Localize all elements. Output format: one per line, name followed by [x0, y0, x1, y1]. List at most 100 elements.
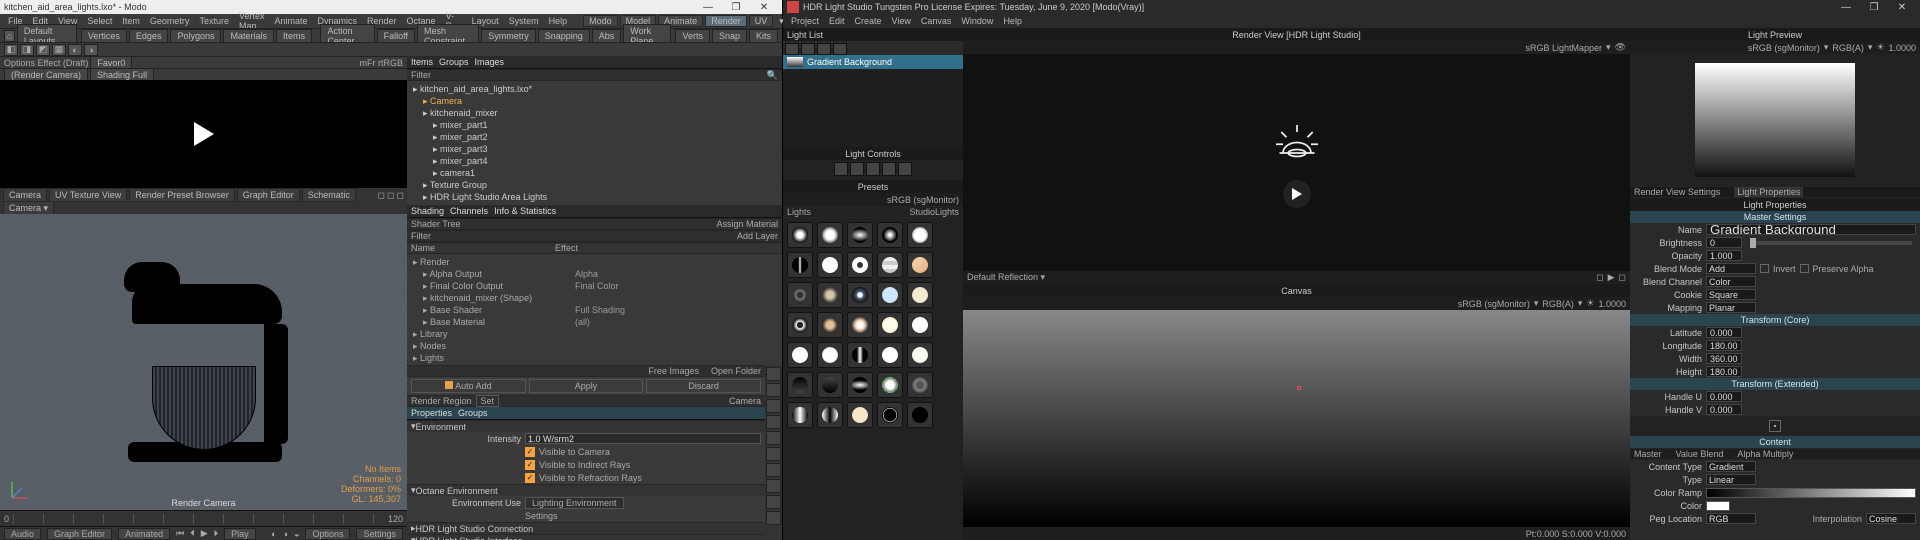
- menu-select[interactable]: Select: [83, 16, 116, 26]
- preset-cell[interactable]: [847, 282, 873, 308]
- content-tab-valueblend[interactable]: Value Blend: [1676, 449, 1724, 459]
- side-icon-6[interactable]: [766, 447, 781, 461]
- tree-item[interactable]: ▸ kitchenaid_mixer: [411, 107, 778, 119]
- latitude-value[interactable]: 0.000: [1706, 327, 1742, 338]
- grapheditor-button[interactable]: Graph Editor: [47, 528, 112, 540]
- tab-rv-settings[interactable]: Render View Settings: [1634, 187, 1720, 197]
- vp-tool-icon[interactable]: ◻: [378, 190, 385, 201]
- groups-tab[interactable]: Groups: [439, 57, 469, 67]
- preset-cell[interactable]: [877, 342, 903, 368]
- shading-row[interactable]: ▸ Render: [411, 256, 778, 268]
- snapping-button[interactable]: Snapping: [538, 29, 590, 43]
- status-icon-1[interactable]: ◐: [271, 529, 276, 539]
- tab-info[interactable]: Info & Statistics: [494, 206, 556, 216]
- section-interface[interactable]: HDR Light Studio Interface: [407, 534, 765, 540]
- handle-crosshair-icon[interactable]: [1769, 420, 1781, 432]
- color-ramp[interactable]: [1706, 488, 1916, 498]
- set-button[interactable]: Set: [476, 395, 500, 407]
- ll-folder-icon[interactable]: [833, 43, 847, 55]
- lc-icon-4[interactable]: [882, 162, 896, 176]
- rv-mode-select[interactable]: Default Reflection ▾: [967, 272, 1045, 283]
- side-icon-8[interactable]: [766, 479, 781, 493]
- play-icon[interactable]: [194, 122, 214, 146]
- section-content[interactable]: Content: [1630, 436, 1920, 448]
- vp-tab-schematic[interactable]: Schematic: [302, 188, 356, 202]
- side-icon-4[interactable]: [766, 415, 781, 429]
- preset-cell[interactable]: [787, 282, 813, 308]
- hdr-minimize-button[interactable]: —: [1832, 0, 1860, 14]
- section-transform-ext[interactable]: Transform (Extended): [1630, 378, 1920, 390]
- tool-icon-2[interactable]: ◨: [20, 44, 34, 56]
- preset-cell[interactable]: [817, 312, 843, 338]
- ll-dup-icon[interactable]: [817, 43, 831, 55]
- section-octane[interactable]: Octane Environment: [407, 484, 765, 496]
- free-images[interactable]: Free Images: [648, 366, 699, 376]
- tool-icon-3[interactable]: ◩: [36, 44, 50, 56]
- shading-row[interactable]: ▸ Alpha OutputAlpha: [411, 268, 778, 280]
- play-transport-icon[interactable]: ▶: [201, 528, 208, 539]
- settings-button[interactable]: Settings: [356, 528, 403, 540]
- tree-item[interactable]: ▸ mixer_part2: [411, 131, 778, 143]
- menu-geometry[interactable]: Geometry: [146, 16, 194, 26]
- shading-row[interactable]: ▸ Library: [411, 328, 778, 340]
- preset-cell[interactable]: [907, 312, 933, 338]
- filter-icon[interactable]: 🔍: [767, 70, 778, 81]
- preset-cell[interactable]: [877, 222, 903, 248]
- rv-eye-icon[interactable]: 👁: [1615, 42, 1626, 53]
- handleu-value[interactable]: 0.000: [1706, 391, 1742, 402]
- contenttype-select[interactable]: Gradient: [1706, 461, 1756, 472]
- hdr-menu-edit[interactable]: Edit: [825, 16, 849, 26]
- preset-cell[interactable]: [907, 252, 933, 278]
- sel-materials[interactable]: Materials: [223, 29, 274, 43]
- opacity-value[interactable]: 1.000: [1706, 250, 1742, 261]
- tool-icon-5[interactable]: ◐: [68, 44, 82, 56]
- preset-cell[interactable]: [787, 372, 813, 398]
- menu-help[interactable]: Help: [545, 16, 572, 26]
- preset-cell[interactable]: [847, 372, 873, 398]
- tab-light-props[interactable]: Light Properties: [1734, 187, 1803, 197]
- sel-polygons[interactable]: Polygons: [170, 29, 221, 43]
- lp-srgb[interactable]: sRGB (sgMonitor): [1748, 43, 1820, 53]
- content-tab-alpham[interactable]: Alpha Multiply: [1737, 449, 1793, 459]
- apply-button[interactable]: Apply: [529, 379, 644, 393]
- vp-tab-graph[interactable]: Graph Editor: [237, 188, 300, 202]
- chk-vis-camera[interactable]: ✓: [525, 447, 535, 457]
- discard-button[interactable]: Discard: [646, 379, 761, 393]
- tree-item[interactable]: ▸ Camera: [411, 95, 778, 107]
- ll-add-icon[interactable]: [785, 43, 799, 55]
- abs-button[interactable]: Abs: [592, 29, 622, 43]
- audio-button[interactable]: Audio: [4, 528, 41, 540]
- preset-cell[interactable]: [907, 372, 933, 398]
- width-value[interactable]: 360.00: [1706, 353, 1742, 364]
- side-icon-5[interactable]: [766, 431, 781, 445]
- blendchannel-select[interactable]: Color: [1706, 276, 1756, 287]
- items-tab[interactable]: Items: [411, 57, 433, 67]
- vp-tool-icon3[interactable]: ◻: [397, 190, 404, 201]
- preset-cell[interactable]: [907, 222, 933, 248]
- preset-cell[interactable]: [817, 222, 843, 248]
- canvas-srgb[interactable]: sRGB (sgMonitor): [1458, 299, 1530, 309]
- sel-vertices[interactable]: Vertices: [81, 29, 127, 43]
- render-view[interactable]: [963, 54, 1630, 271]
- light-row-gradient-bg[interactable]: Gradient Background: [783, 55, 963, 69]
- groups-prop-tab[interactable]: Groups: [458, 408, 488, 418]
- lc-icon-3[interactable]: [866, 162, 880, 176]
- layout-tab-render[interactable]: Render: [705, 15, 747, 27]
- preset-cell[interactable]: [847, 222, 873, 248]
- tool-icon-1[interactable]: ◧: [4, 44, 18, 56]
- hdr-close-button[interactable]: ✕: [1888, 0, 1916, 14]
- falloff-button[interactable]: Falloff: [377, 29, 415, 43]
- tree-item[interactable]: ▸ mixer_part4: [411, 155, 778, 167]
- side-icon-3[interactable]: [766, 399, 781, 413]
- env-settings-button[interactable]: Settings: [525, 511, 558, 521]
- canvas-exposure[interactable]: 1.0000: [1598, 299, 1626, 309]
- canvas-view[interactable]: [963, 310, 1630, 527]
- playmode-button[interactable]: Play: [224, 528, 256, 540]
- tool-icon-6[interactable]: ◑: [84, 44, 98, 56]
- status-icon-3[interactable]: ◒: [294, 529, 299, 539]
- symmetry-button[interactable]: Symmetry: [481, 29, 536, 43]
- view-shadertree[interactable]: Shader Tree: [411, 219, 461, 229]
- status-icon-2[interactable]: ◑: [283, 529, 288, 539]
- tree-item[interactable]: ▸ mixer_part1: [411, 119, 778, 131]
- handlev-value[interactable]: 0.000: [1706, 404, 1742, 415]
